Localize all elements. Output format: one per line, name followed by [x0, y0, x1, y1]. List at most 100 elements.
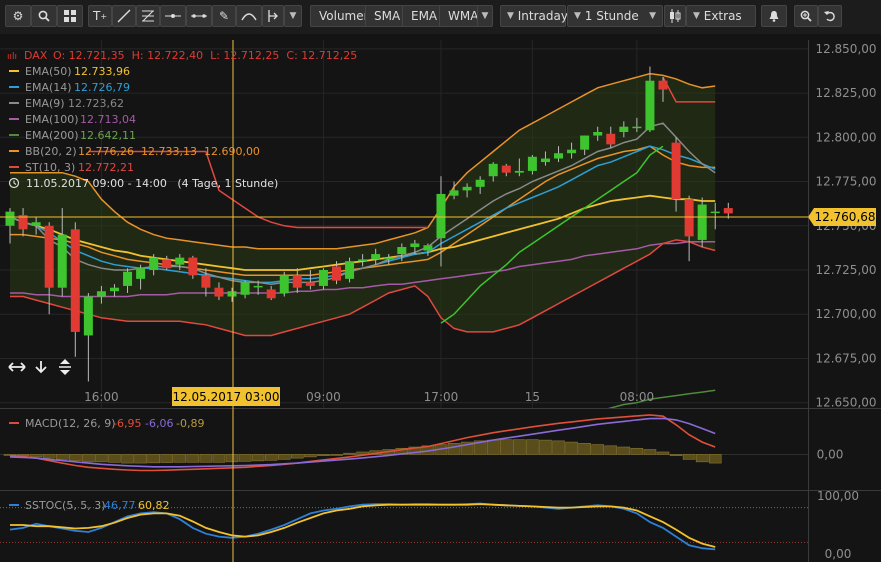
macd-histogram-bar [160, 454, 174, 463]
macd-histogram-bar [304, 454, 317, 458]
ohlc-values: O: 12.721,35 H: 12.722,40 L: 12.712,25 C… [53, 49, 357, 62]
chevron-down-icon[interactable]: ▼ [284, 5, 302, 27]
candle-body [44, 225, 54, 288]
undo-icon[interactable] [818, 5, 842, 27]
macd-histogram-bar [121, 454, 134, 464]
x-tick-label: 15 [525, 390, 540, 404]
candle-body [567, 149, 577, 154]
interval-label: 1 Stunde [584, 9, 639, 23]
candle-body [410, 243, 420, 247]
macd-histogram-bar [108, 454, 121, 463]
candle-body [514, 170, 524, 173]
y-tick-label: 12.850,00 [815, 42, 876, 56]
y-tick-label: 12.825,00 [815, 86, 876, 100]
macd-histogram-bar [225, 454, 239, 463]
candle-body [358, 259, 368, 262]
indicator-dropdown-icon[interactable]: ▼ [477, 5, 493, 27]
macd-histogram-bar [513, 439, 526, 455]
macd-histogram-bar [69, 454, 82, 461]
ema200-value: 12.642,11 [80, 129, 136, 142]
extras-label: Extras [703, 9, 742, 23]
zoom-icon[interactable] [794, 5, 818, 27]
hline-icon[interactable] [160, 5, 186, 27]
y-tick-label: 12.675,00 [815, 351, 876, 365]
candle-body [397, 247, 407, 255]
chevron-down-icon: ▼ [693, 11, 700, 21]
macd-histogram-bar [277, 454, 291, 460]
interval-select[interactable]: ▼ 1 Stunde ▼ [567, 5, 663, 27]
bb-swatch [9, 150, 19, 152]
alarm-icon[interactable] [761, 5, 787, 27]
macd-histogram-bar [604, 445, 618, 455]
ema100-swatch [9, 118, 19, 120]
sstoc-label: SSTOC(5, 5, 3) [25, 499, 106, 512]
arrow-down-icon[interactable] [32, 358, 50, 376]
ema50-value: 12.733,96 [74, 65, 130, 78]
candle-body [593, 132, 603, 136]
ema14-label: EMA(14) [25, 81, 72, 94]
macd-histogram-bar [147, 454, 160, 464]
fibonacci-icon[interactable] [136, 5, 160, 27]
extras-menu[interactable]: ▼ Extras [686, 5, 756, 27]
candle-body [371, 254, 381, 260]
pencil-icon[interactable]: ✎ [212, 5, 236, 27]
bb-label: BB(20, 2) [25, 145, 77, 158]
macd-histogram-bar [291, 454, 304, 459]
candle-icon: ıılı [7, 52, 17, 62]
line-tool-icon[interactable] [112, 5, 136, 27]
ema100-label: EMA(100) [25, 113, 79, 126]
candle-body [527, 156, 537, 171]
macd-histogram-bar [565, 441, 578, 455]
candle-body [449, 190, 459, 196]
x-tick-label: 17:00 [424, 390, 459, 404]
period-label: 11.05.2017 09:00 - 14:00 (4 Tage, 1 Stun… [26, 177, 278, 190]
candle-body [123, 271, 133, 286]
candle-body [70, 229, 80, 332]
macd-histogram-bar [630, 447, 644, 455]
text-tool-icon[interactable]: T + [88, 5, 112, 27]
intraday-select[interactable]: ▼ Intraday [500, 5, 568, 27]
grid-icon[interactable] [57, 5, 83, 27]
macd-histogram-bar [526, 439, 539, 455]
candle-type-icon[interactable] [664, 5, 686, 27]
candle-body [606, 133, 616, 145]
macd-histogram-bar [447, 443, 461, 455]
st-swatch [9, 166, 19, 168]
macd-histogram-bar [669, 454, 683, 456]
search-icon[interactable] [31, 5, 57, 27]
ema9-label: EMA(9) [25, 97, 65, 110]
pan-horizontal-icon[interactable] [6, 358, 28, 376]
candle-body [266, 289, 276, 299]
y-tick-label: 12.650,00 [815, 396, 876, 410]
gear-icon[interactable]: ⚙ [5, 5, 31, 27]
candle-body [384, 257, 394, 260]
sstoc-y-tick: 0,00 [825, 547, 852, 561]
macd-histogram-bar [264, 454, 278, 461]
fit-vertical-icon[interactable] [56, 358, 74, 376]
macd-histogram-bar [486, 439, 500, 455]
ema200-swatch [9, 134, 19, 136]
price-label: 12.760,68 [808, 208, 876, 226]
macd-histogram-bar [330, 454, 343, 456]
candle-body [462, 186, 472, 191]
chart-area[interactable]: 12.850,00 12.825,00 12.800,00 12.775,00 12.7… [0, 34, 881, 562]
bb-values: 12.776,26 12.733,13 12.690,00 [78, 145, 260, 158]
macd-histogram-bar [82, 454, 95, 463]
macd-y-tick: 0,00 [817, 447, 844, 461]
x-tick-label: 09:00 [306, 390, 341, 404]
dax-label: DAX [24, 49, 48, 62]
candle-body [214, 287, 224, 297]
candle-body [436, 193, 446, 239]
intraday-label: Intraday [517, 9, 568, 23]
candle-body [501, 165, 511, 173]
curve-icon[interactable] [236, 5, 262, 27]
candle-body [671, 142, 681, 200]
candle-body [149, 257, 159, 270]
macd-histogram-bar [251, 454, 265, 462]
arrow-icon[interactable] [262, 5, 284, 27]
segment-icon[interactable] [186, 5, 212, 27]
candle-body [96, 291, 106, 297]
crosshair-label-text: 12.05.2017 03:00 [172, 390, 279, 404]
macd-histogram-bar [212, 454, 226, 463]
st-label: ST(10, 3) [25, 161, 75, 174]
